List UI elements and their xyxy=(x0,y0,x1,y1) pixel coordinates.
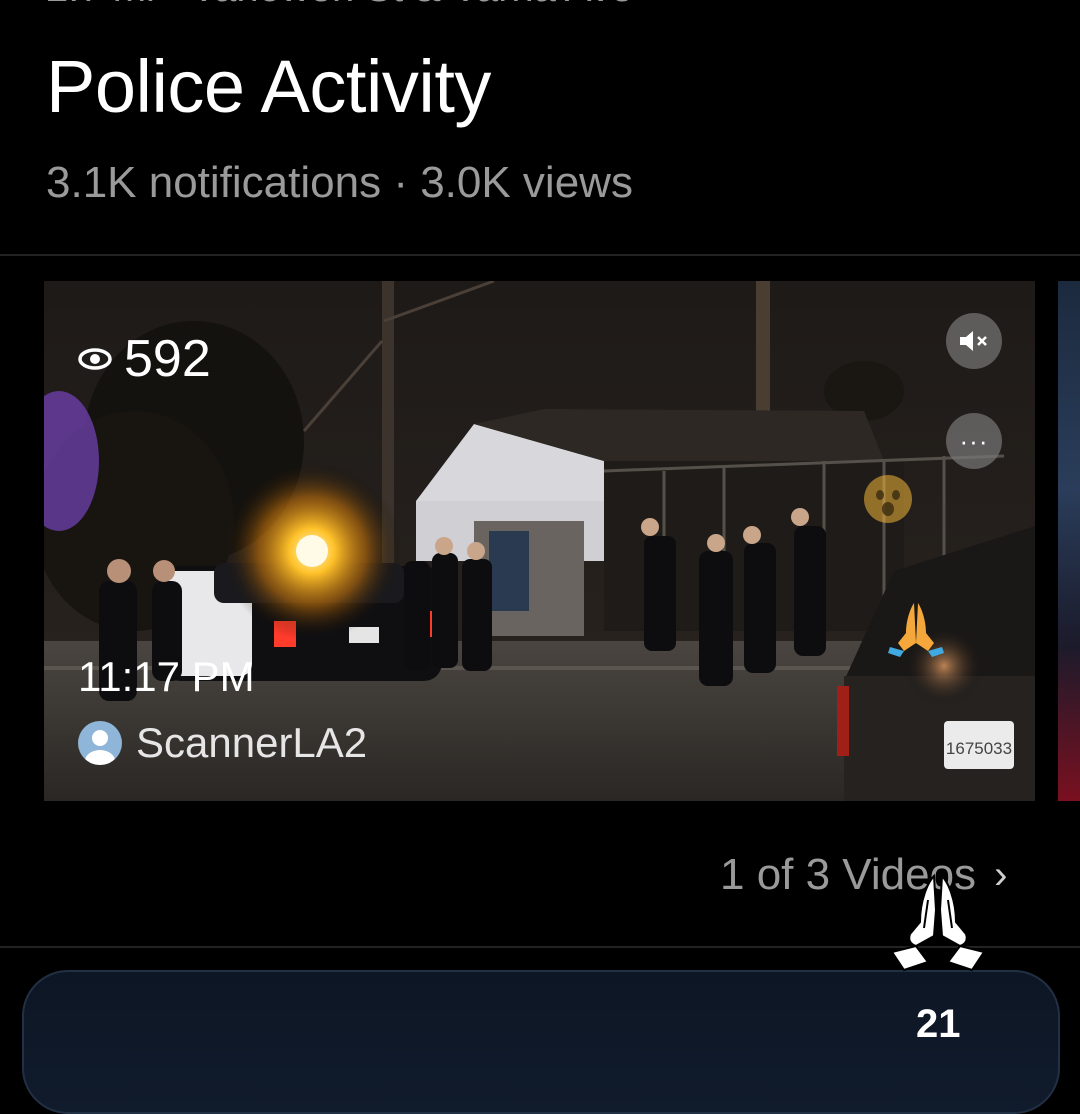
video-card[interactable]: 1675033 592 ··· 11:17 PM ScannerLA2 xyxy=(44,281,1035,801)
ellipsis-icon: ··· xyxy=(959,426,989,456)
incident-stats: 3.1K notifications · 3.0K views xyxy=(46,158,633,207)
divider xyxy=(0,254,1080,256)
uploader[interactable]: ScannerLA2 xyxy=(78,719,367,767)
uploader-name: ScannerLA2 xyxy=(136,719,368,766)
scared-face-emoji[interactable] xyxy=(862,473,914,525)
reaction-count: 21 xyxy=(916,1002,961,1046)
eye-icon xyxy=(78,348,112,370)
next-video-card-peek[interactable] xyxy=(1058,281,1080,801)
praying-hands-emoji[interactable] xyxy=(884,599,948,659)
mute-button[interactable] xyxy=(946,313,1002,369)
user-icon xyxy=(85,730,115,765)
location-subtitle: 2.7 mi · Vanowen St & Varna Ave xyxy=(46,0,633,8)
view-count: 592 xyxy=(78,329,211,389)
more-options-button[interactable]: ··· xyxy=(946,413,1002,469)
license-plate: 1675033 xyxy=(946,739,1012,758)
page-title: Police Activity xyxy=(46,45,491,128)
praying-hands-icon[interactable] xyxy=(888,870,988,974)
avatar xyxy=(78,721,122,765)
chevron-right-icon: › xyxy=(994,852,1008,897)
view-count-value: 592 xyxy=(124,330,211,388)
reaction-card[interactable] xyxy=(22,970,1060,1114)
video-timestamp: 11:17 PM xyxy=(78,653,255,700)
speaker-muted-icon xyxy=(960,331,987,351)
